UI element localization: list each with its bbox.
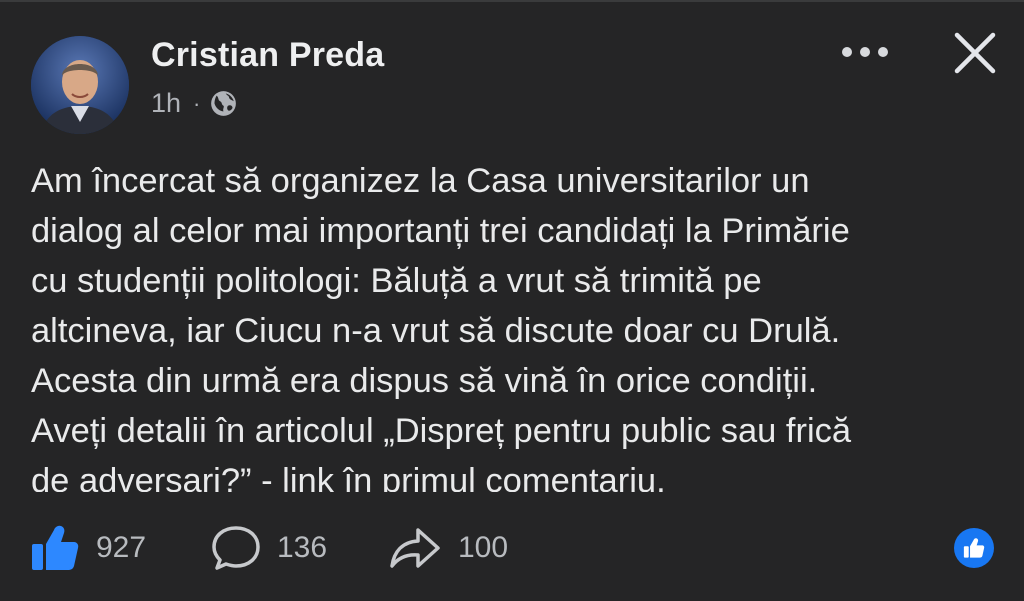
avatar[interactable] <box>31 36 129 134</box>
post-meta: 1h · <box>151 88 237 119</box>
share-button[interactable]: 100 <box>388 518 508 578</box>
comment-bubble-icon <box>212 526 260 570</box>
like-count: 927 <box>96 531 147 564</box>
close-button[interactable] <box>950 28 1000 78</box>
like-reaction-badge-icon[interactable] <box>954 528 994 568</box>
post-body-text: Am încercat să organizez la Casa univers… <box>31 162 852 492</box>
thumbs-up-icon <box>32 525 79 570</box>
like-button[interactable]: 927 <box>30 518 146 578</box>
author-name[interactable]: Cristian Preda <box>151 36 384 75</box>
globe-icon <box>210 90 237 117</box>
post-card: Cristian Preda 1h · Am încercat să organ… <box>0 0 1024 601</box>
more-options-button[interactable] <box>838 34 892 70</box>
share-count: 100 <box>458 531 509 564</box>
more-horizontal-icon <box>842 47 888 57</box>
post-actions-bar: 927 136 100 <box>0 518 1024 578</box>
meta-separator: · <box>193 90 201 116</box>
profile-photo <box>31 36 129 134</box>
reaction-thumbs-up-icon <box>963 538 985 558</box>
top-divider <box>0 0 1024 2</box>
share-arrow-icon <box>390 528 440 568</box>
close-icon <box>954 32 996 74</box>
comment-count: 136 <box>277 531 328 564</box>
post-time[interactable]: 1h <box>151 88 181 119</box>
comment-button[interactable]: 136 <box>211 518 327 578</box>
